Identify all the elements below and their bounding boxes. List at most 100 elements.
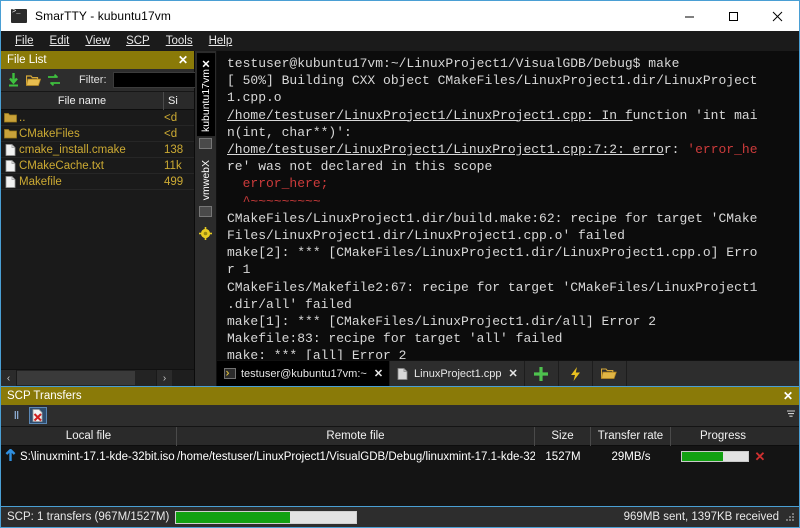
terminal-icon	[11, 9, 27, 23]
status-bar: SCP: 1 transfers (967M/1527M) 969MB sent…	[1, 506, 799, 527]
scp-caption: SCP Transfers ✕	[1, 387, 799, 405]
terminal-tab-bar: testuser@kubuntu17vm:~ ✕ LinuxProject1.c…	[217, 360, 799, 386]
file-list-toolbar: Filter:	[1, 69, 194, 92]
vm-tab-kubuntu17vm[interactable]: kubuntu17vm✕	[197, 53, 215, 136]
terminal-tab-icon	[223, 367, 236, 380]
file-size: <d	[164, 128, 194, 140]
scp-column-headers: Local file Remote file Size Transfer rat…	[1, 427, 799, 446]
file-list-header: File name Si	[1, 92, 194, 110]
scp-toolbar-overflow-icon[interactable]	[786, 409, 796, 422]
menu-tools-label: Tools	[166, 35, 193, 47]
status-progress-bar	[175, 511, 357, 524]
filter-label: Filter:	[79, 74, 107, 86]
terminal-line: .dir/all' failed	[227, 296, 799, 313]
window-controls	[667, 1, 799, 31]
refresh-icon[interactable]	[47, 72, 61, 89]
terminal-line: Makefile:83: recipe for target 'all' fai…	[227, 330, 799, 347]
file-row-makefile[interactable]: Makefile 499	[1, 174, 194, 190]
close-button[interactable]	[755, 1, 799, 31]
download-arrow-icon[interactable]	[7, 72, 20, 89]
file-name: ..	[19, 112, 164, 124]
cancel-transfer-icon[interactable]	[29, 407, 47, 424]
terminal-line: /home/testuser/LinuxProject1/LinuxProjec…	[227, 141, 799, 158]
vm-tab-close-icon[interactable]: ✕	[200, 57, 212, 69]
file-list-horizontal-scrollbar[interactable]: ‹ ›	[1, 369, 194, 386]
scp-close-icon[interactable]: ✕	[781, 389, 795, 403]
terminal-line: CMakeFiles/LinuxProject1.dir/build.make:…	[227, 210, 799, 227]
file-name: CMakeCache.txt	[19, 160, 164, 172]
scroll-right-icon[interactable]: ›	[156, 370, 172, 386]
title-bar: SmarTTY - kubuntu17vm	[1, 1, 799, 31]
file-row-cmake-install[interactable]: cmake_install.cmake 138	[1, 142, 194, 158]
menu-edit[interactable]: Edit	[42, 31, 78, 51]
terminal-output[interactable]: testuser@kubuntu17vm:~/LinuxProject1/Vis…	[217, 51, 799, 360]
terminal-tab-close-icon[interactable]: ✕	[374, 367, 383, 380]
column-header-size[interactable]: Size	[535, 427, 591, 446]
terminal-line: CMakeFiles/Makefile2:67: recipe for targ…	[227, 279, 799, 296]
terminal-tab-label: LinuxProject1.cpp	[414, 368, 501, 380]
terminal-tab-editor[interactable]: LinuxProject1.cpp ✕	[390, 361, 525, 386]
vm-thumbnail-vmwebx[interactable]	[199, 206, 212, 217]
file-icon	[1, 160, 19, 172]
scrollbar-track[interactable]	[17, 370, 156, 386]
scrollbar-thumb[interactable]	[17, 371, 135, 385]
vm-thumbnail-kubuntu17vm[interactable]	[199, 138, 212, 149]
menu-help-label: Help	[209, 35, 233, 47]
open-folder-button[interactable]	[593, 361, 627, 386]
status-text: SCP: 1 transfers (967M/1527M)	[7, 511, 169, 523]
transfer-local-file: S:\linuxmint-17.1-kde-32bit.iso	[20, 451, 175, 463]
file-icon	[1, 176, 19, 188]
scp-transfers-panel: SCP Transfers ✕ ‖ Local file Remote file…	[1, 386, 799, 506]
scrollbar-gap	[172, 370, 194, 386]
terminal-line: make[2]: *** [CMakeFiles/LinuxProject1.d…	[227, 244, 799, 261]
minimize-button[interactable]	[667, 1, 711, 31]
menu-file-label: File	[15, 35, 34, 47]
column-header-file-name[interactable]: File name	[1, 92, 164, 110]
terminal-tab-shell[interactable]: testuser@kubuntu17vm:~ ✕	[217, 361, 390, 386]
column-header-transfer-rate[interactable]: Transfer rate	[591, 427, 671, 446]
terminal-tab-close-icon[interactable]: ✕	[509, 367, 518, 380]
vm-tab-label: kubuntu17vm	[200, 69, 212, 132]
new-tab-button[interactable]	[525, 361, 559, 386]
gear-icon[interactable]	[199, 227, 212, 240]
status-progress-wrap	[175, 511, 357, 524]
menu-file[interactable]: File	[7, 31, 42, 51]
file-name: CMakeFiles	[19, 128, 164, 140]
terminal-line: ^~~~~~~~~~	[227, 193, 799, 210]
column-header-progress[interactable]: Progress	[671, 427, 775, 446]
menu-help[interactable]: Help	[201, 31, 241, 51]
file-size: <d	[164, 112, 194, 124]
menu-edit-label: Edit	[50, 35, 70, 47]
file-icon	[1, 144, 19, 156]
quick-command-button[interactable]	[559, 361, 593, 386]
resize-grip-icon[interactable]	[785, 512, 795, 522]
scroll-left-icon[interactable]: ‹	[1, 370, 17, 386]
menu-scp[interactable]: SCP	[118, 31, 158, 51]
cancel-row-icon[interactable]: ✕	[755, 450, 766, 463]
main-area: File List ✕ Filter:	[1, 51, 799, 386]
status-bytes-text: 969MB sent, 1397KB received	[624, 511, 779, 523]
window-title: SmarTTY - kubuntu17vm	[35, 9, 171, 23]
file-row-cmakecache[interactable]: CMakeCache.txt 11k	[1, 158, 194, 174]
pause-transfers-button[interactable]: ‖	[9, 410, 23, 422]
transfer-rate: 29MB/s	[591, 451, 671, 463]
terminal-line: re' was not declared in this scope	[227, 158, 799, 175]
terminal-line: r 1	[227, 261, 799, 278]
vm-tab-vmwebx[interactable]: vmwebX	[197, 156, 215, 204]
file-list-close-icon[interactable]: ✕	[176, 53, 190, 67]
vm-session-strip: kubuntu17vm✕ vmwebX	[195, 51, 217, 386]
transfer-local-cell: S:\linuxmint-17.1-kde-32bit.iso	[1, 449, 177, 465]
transfer-row[interactable]: S:\linuxmint-17.1-kde-32bit.iso /home/te…	[1, 446, 799, 467]
menu-view[interactable]: View	[77, 31, 118, 51]
folder-icon	[1, 112, 19, 123]
terminal-line: Files/LinuxProject1.dir/LinuxProject1.cp…	[227, 227, 799, 244]
file-row-cmakefiles[interactable]: CMakeFiles <d	[1, 126, 194, 142]
maximize-button[interactable]	[711, 1, 755, 31]
column-header-local-file[interactable]: Local file	[1, 427, 177, 446]
file-row-parent[interactable]: .. <d	[1, 110, 194, 126]
open-folder-icon[interactable]	[26, 72, 41, 89]
column-header-size[interactable]: Si	[164, 92, 194, 110]
menu-tools[interactable]: Tools	[158, 31, 201, 51]
column-header-remote-file[interactable]: Remote file	[177, 427, 535, 446]
file-size: 11k	[164, 160, 194, 172]
